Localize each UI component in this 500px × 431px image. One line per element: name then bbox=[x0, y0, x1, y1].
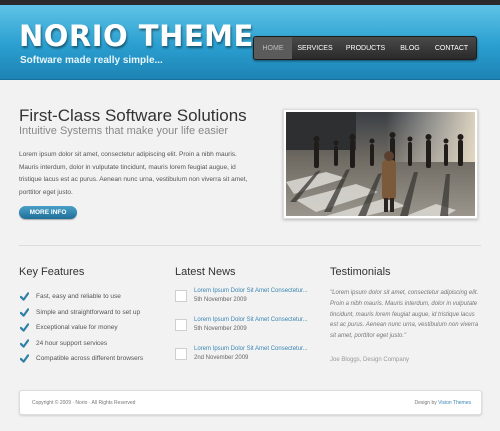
site-footer: Copyright © 2009 · Norio · All Rights Re… bbox=[19, 390, 482, 415]
nav-blog[interactable]: BLOG bbox=[393, 37, 427, 59]
testimonial-quote: "Lorem ipsum dolor sit amet, consectetur… bbox=[330, 290, 479, 340]
nav-home[interactable]: HOME bbox=[254, 37, 292, 59]
more-info-button[interactable]: MORE INFO bbox=[19, 206, 77, 219]
news-date: 5th November 2009 bbox=[194, 326, 247, 332]
feature-item: Compatible across different browsers bbox=[19, 351, 159, 367]
news-thumbnail[interactable] bbox=[175, 290, 187, 302]
hero-photo-frame bbox=[283, 109, 478, 219]
check-icon bbox=[20, 292, 29, 301]
feature-label: Compatible across different browsers bbox=[36, 355, 144, 363]
feature-label: 24 hour support services bbox=[36, 339, 108, 347]
site-header: NORIO THEME Software made really simple.… bbox=[0, 5, 500, 80]
feature-item: 24 hour support services bbox=[19, 336, 159, 352]
testimonials-title: Testimonials bbox=[330, 266, 391, 278]
feature-label: Simple and straightforward to set up bbox=[36, 308, 141, 316]
news-thumbnail[interactable] bbox=[175, 319, 187, 331]
feature-item: Simple and straightforward to set up bbox=[19, 305, 159, 321]
news-item: Lorem Ipsum Dolor Sit Amet Consectetur..… bbox=[175, 346, 325, 375]
copyright-text: Copyright © 2009 · Norio · All Rights Re… bbox=[32, 400, 136, 406]
news-link[interactable]: Lorem Ipsum Dolor Sit Amet Consectetur..… bbox=[194, 346, 308, 352]
news-link[interactable]: Lorem Ipsum Dolor Sit Amet Consectetur..… bbox=[194, 288, 308, 294]
nav-contact[interactable]: CONTACT bbox=[427, 37, 476, 59]
hero-subtitle: Intuitive Systems that make your life ea… bbox=[19, 125, 229, 137]
news-thumbnail[interactable] bbox=[175, 348, 187, 360]
check-icon bbox=[20, 308, 29, 317]
news-title: Latest News bbox=[175, 266, 236, 278]
testimonial-author: Joe Bloggs, Design Company bbox=[330, 357, 410, 363]
feature-label: Exceptional value for money bbox=[36, 324, 118, 332]
check-icon bbox=[20, 339, 29, 348]
nav-services[interactable]: SERVICES bbox=[292, 37, 338, 59]
features-title: Key Features bbox=[19, 266, 85, 278]
site-tagline: Software made really simple... bbox=[20, 55, 163, 66]
hero-text: Lorem ipsum dolor sit amet, consectetur … bbox=[19, 151, 248, 196]
news-date: 2nd November 2009 bbox=[194, 355, 249, 361]
crowd-crossing-image bbox=[286, 112, 475, 216]
features-list: Fast, easy and reliable to use Simple an… bbox=[19, 289, 159, 367]
design-credit: Design by Vision Themes bbox=[414, 400, 471, 406]
design-credit-prefix: Design by bbox=[414, 400, 437, 406]
hero-photo bbox=[286, 112, 475, 216]
news-item: Lorem Ipsum Dolor Sit Amet Consectetur..… bbox=[175, 317, 325, 346]
site-logo[interactable]: NORIO THEME bbox=[19, 19, 254, 53]
design-credit-link[interactable]: Vision Themes bbox=[438, 400, 471, 406]
main-nav: HOME SERVICES PRODUCTS BLOG CONTACT bbox=[253, 36, 477, 60]
news-link[interactable]: Lorem Ipsum Dolor Sit Amet Consectetur..… bbox=[194, 317, 308, 323]
nav-products[interactable]: PRODUCTS bbox=[338, 37, 393, 59]
check-icon bbox=[20, 354, 29, 363]
news-list: Lorem Ipsum Dolor Sit Amet Consectetur..… bbox=[175, 288, 325, 375]
news-date: 5th November 2009 bbox=[194, 297, 247, 303]
section-divider bbox=[19, 245, 481, 246]
check-icon bbox=[20, 323, 29, 332]
feature-label: Fast, easy and reliable to use bbox=[36, 293, 121, 301]
news-item: Lorem Ipsum Dolor Sit Amet Consectetur..… bbox=[175, 288, 325, 317]
hero-title: First-Class Software Solutions bbox=[19, 106, 247, 125]
feature-item: Fast, easy and reliable to use bbox=[19, 289, 159, 305]
feature-item: Exceptional value for money bbox=[19, 320, 159, 336]
